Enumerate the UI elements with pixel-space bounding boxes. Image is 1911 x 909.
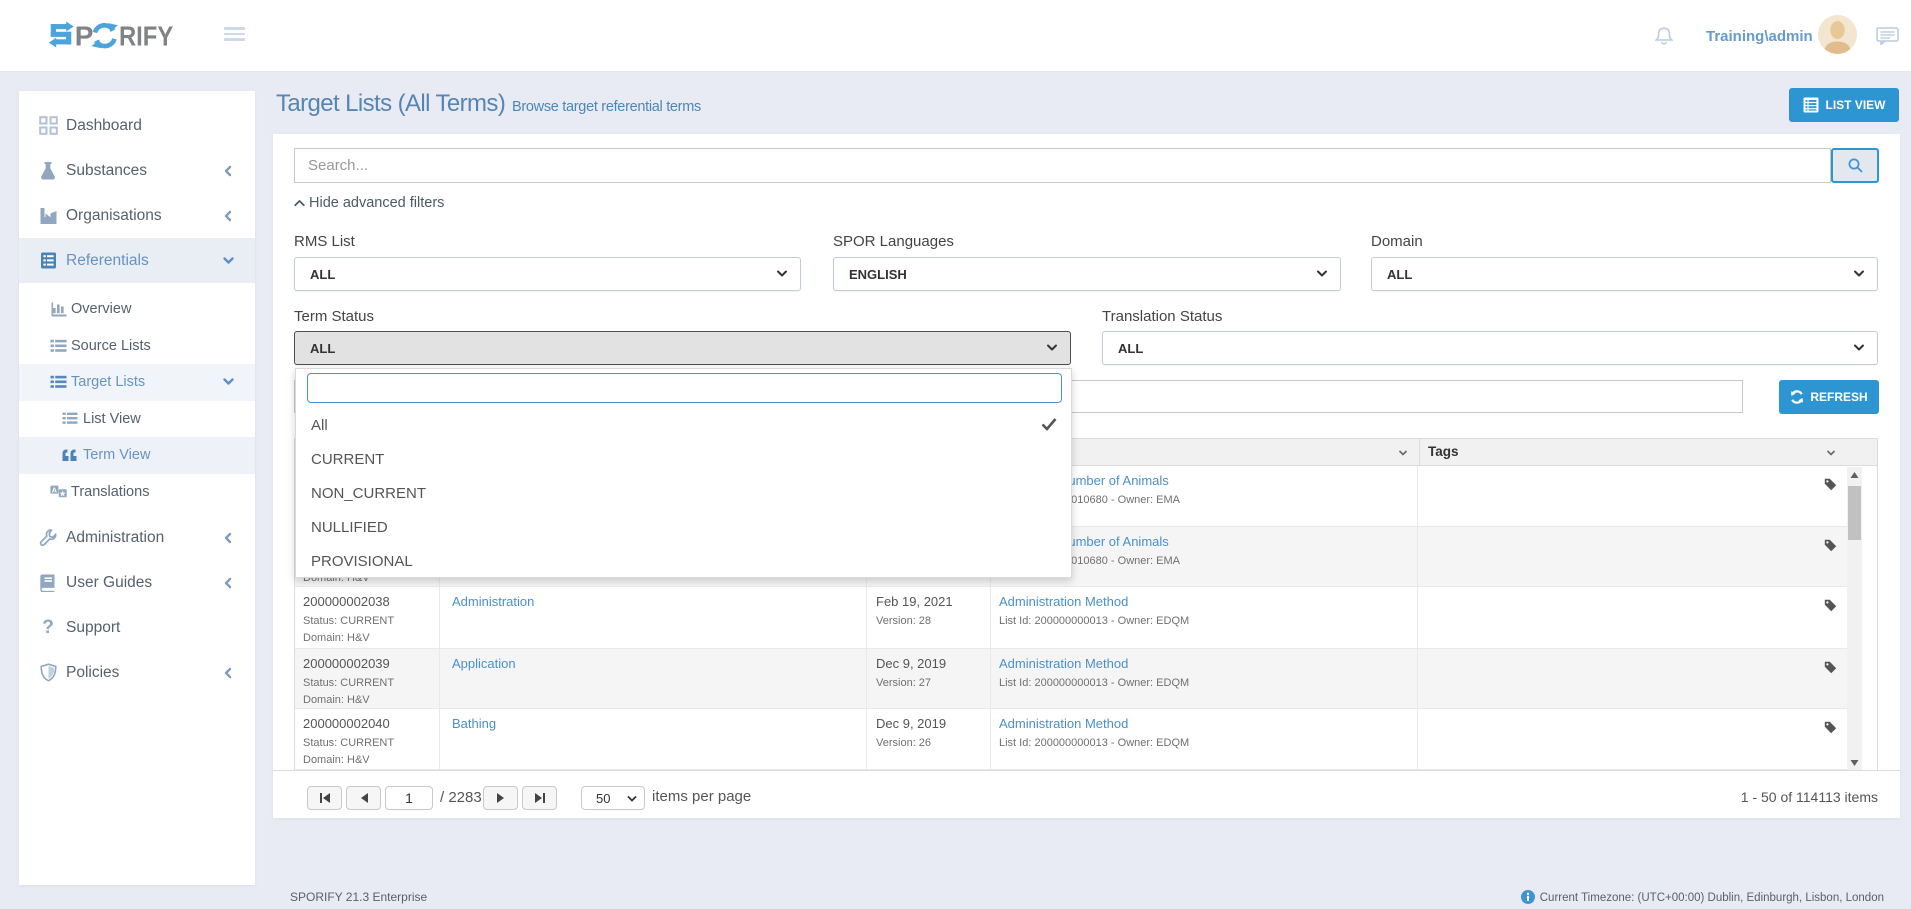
svg-text:★: ★ [59, 489, 67, 498]
svg-text:P: P [75, 20, 94, 51]
svg-text:RIFY: RIFY [119, 20, 173, 52]
svg-text:A: A [52, 486, 58, 495]
